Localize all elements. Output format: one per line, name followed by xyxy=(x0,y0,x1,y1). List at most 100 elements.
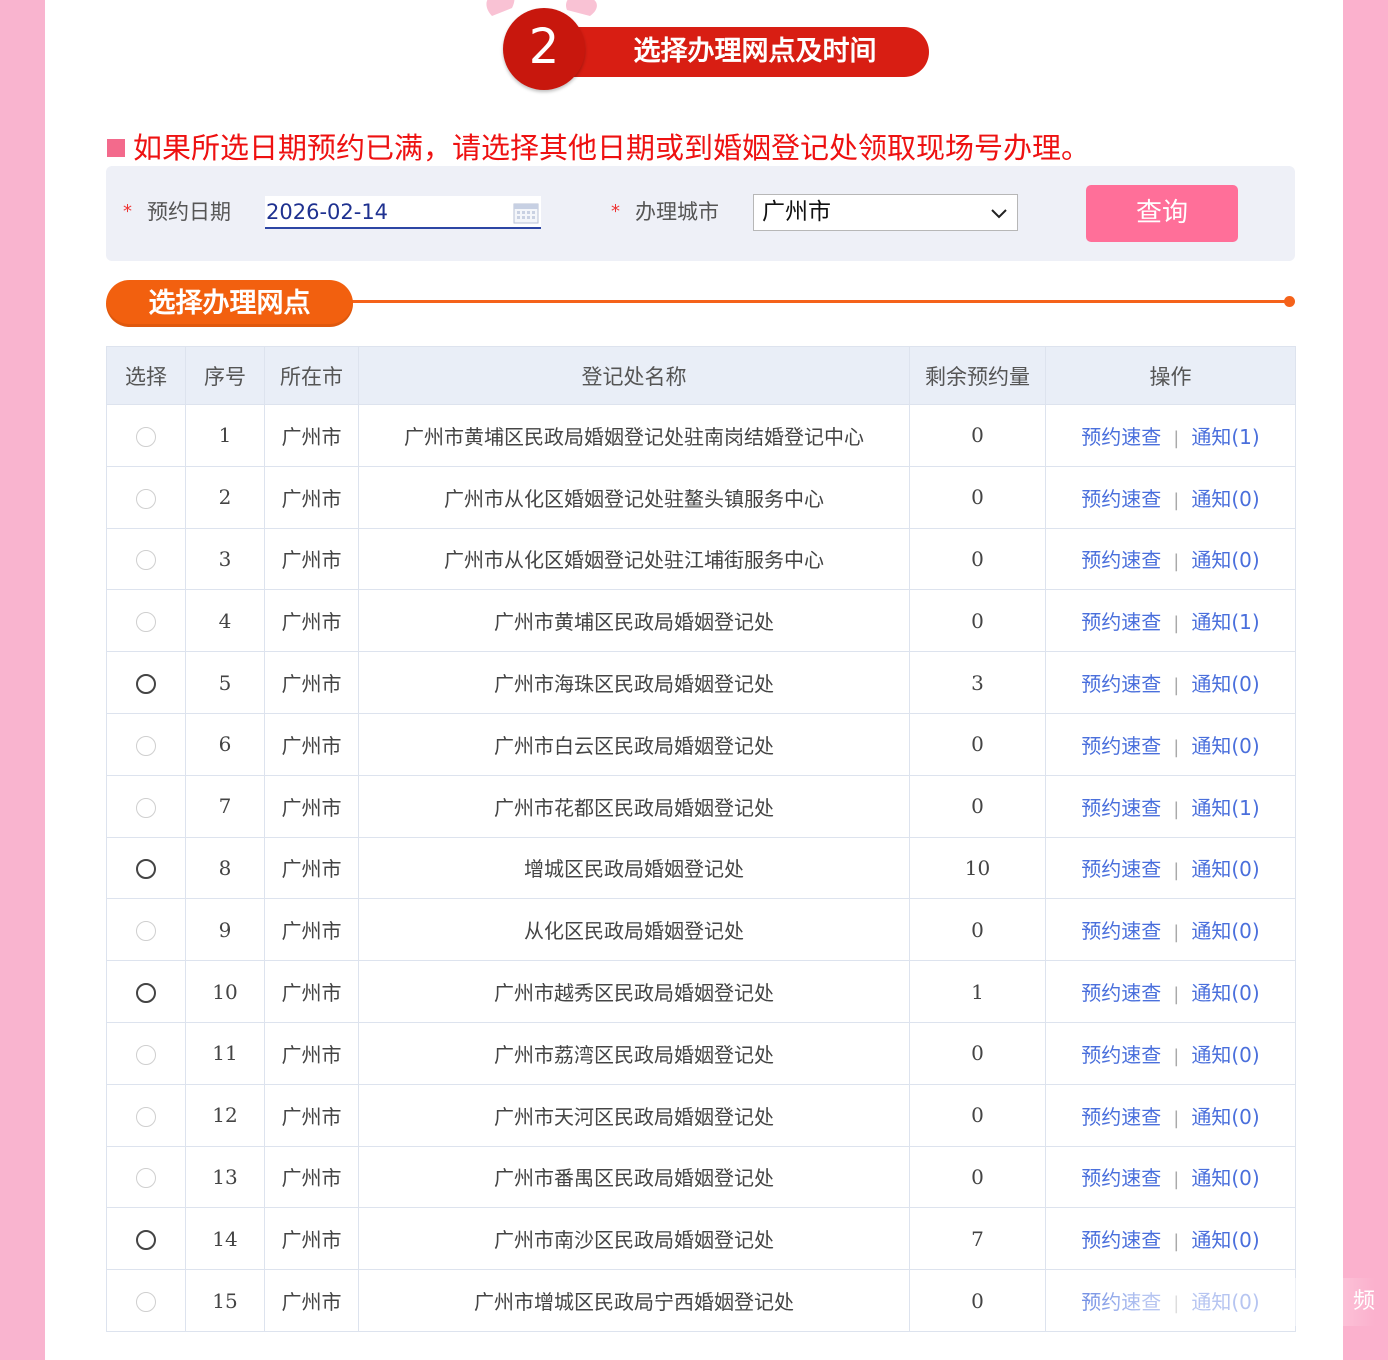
select-radio[interactable] xyxy=(136,550,156,571)
office-name: 广州市从化区婚姻登记处驻鳌头镇服务中心 xyxy=(358,465,910,529)
select-radio[interactable] xyxy=(136,1168,156,1189)
office-name: 广州市从化区婚姻登记处驻江埔街服务中心 xyxy=(358,527,910,591)
remaining-count: 0 xyxy=(909,527,1046,591)
select-radio[interactable] xyxy=(136,1292,156,1313)
table-row: 4 广州市 广州市黄埔区民政局婚姻登记处 0 预约速查 | 通知(1) xyxy=(106,589,1296,653)
notify-link[interactable]: 通知(0) xyxy=(1191,1228,1259,1252)
notify-link[interactable]: 通知(1) xyxy=(1191,425,1259,449)
notify-link[interactable]: 通知(0) xyxy=(1191,1043,1259,1067)
quick-query-link[interactable]: 预约速查 xyxy=(1081,1105,1161,1129)
select-radio[interactable] xyxy=(136,859,156,880)
row-city: 广州市 xyxy=(264,589,359,653)
actions-cell: 预约速查 | 通知(1) xyxy=(1045,404,1296,467)
row-number: 2 xyxy=(185,465,265,529)
actions-cell: 预约速查 | 通知(0) xyxy=(1045,527,1296,591)
select-cell xyxy=(106,960,186,1023)
calendar-icon[interactable] xyxy=(513,201,539,224)
notify-link[interactable]: 通知(0) xyxy=(1191,981,1259,1005)
quick-query-link[interactable]: 预约速查 xyxy=(1081,1166,1161,1190)
select-radio[interactable] xyxy=(136,426,156,447)
notify-link[interactable]: 通知(1) xyxy=(1191,610,1259,634)
remaining-count: 0 xyxy=(909,1021,1046,1085)
quick-query-link[interactable]: 预约速查 xyxy=(1081,919,1161,943)
select-cell xyxy=(106,465,186,529)
select-cell xyxy=(106,712,186,776)
select-radio[interactable] xyxy=(136,797,156,818)
notify-link[interactable]: 通知(0) xyxy=(1191,1166,1259,1190)
action-separator: | xyxy=(1173,1231,1180,1253)
quick-query-link[interactable]: 预约速查 xyxy=(1081,734,1161,758)
select-radio[interactable] xyxy=(136,921,156,942)
select-radio[interactable] xyxy=(136,1106,156,1127)
select-cell xyxy=(106,1207,186,1271)
remaining-count: 0 xyxy=(909,774,1046,838)
quick-query-link[interactable]: 预约速查 xyxy=(1081,981,1161,1005)
office-name: 广州市荔湾区民政局婚姻登记处 xyxy=(358,1021,910,1085)
notice-bullet-icon xyxy=(107,139,125,157)
notify-link[interactable]: 通知(1) xyxy=(1191,796,1259,820)
select-radio[interactable] xyxy=(136,983,156,1004)
actions-cell: 预约速查 | 通知(1) xyxy=(1045,589,1296,653)
select-radio[interactable] xyxy=(136,674,156,695)
row-city: 广州市 xyxy=(264,898,359,962)
row-city: 广州市 xyxy=(264,712,359,776)
select-radio[interactable] xyxy=(136,1044,156,1065)
row-number: 14 xyxy=(185,1207,265,1271)
date-input[interactable] xyxy=(265,196,541,229)
table-row: 8 广州市 增城区民政局婚姻登记处 10 预约速查 | 通知(0) xyxy=(106,836,1296,900)
city-select[interactable]: 广州市 xyxy=(753,194,1018,231)
notify-link[interactable]: 通知(0) xyxy=(1191,919,1259,943)
quick-query-link[interactable]: 预约速查 xyxy=(1081,1228,1161,1252)
table-row: 5 广州市 广州市海珠区民政局婚姻登记处 3 预约速查 | 通知(0) xyxy=(106,651,1296,714)
select-cell xyxy=(106,589,186,653)
remaining-count: 1 xyxy=(909,960,1046,1023)
header-number: 序号 xyxy=(185,346,265,405)
office-name: 广州市黄埔区民政局婚姻登记处 xyxy=(358,589,910,653)
office-name: 广州市天河区民政局婚姻登记处 xyxy=(358,1083,910,1147)
remaining-count: 0 xyxy=(909,1083,1046,1147)
notify-link[interactable]: 通知(0) xyxy=(1191,548,1259,572)
notify-link[interactable]: 通知(0) xyxy=(1191,857,1259,881)
query-button[interactable]: 查询 xyxy=(1086,185,1238,242)
select-radio[interactable] xyxy=(136,612,156,633)
row-number: 13 xyxy=(185,1145,265,1209)
quick-query-link[interactable]: 预约速查 xyxy=(1081,672,1161,696)
quick-query-link[interactable]: 预约速查 xyxy=(1081,425,1161,449)
action-separator: | xyxy=(1173,427,1180,449)
select-cell xyxy=(106,404,186,467)
city-label: 办理城市 xyxy=(635,200,719,224)
actions-cell: 预约速查 | 通知(0) xyxy=(1045,1083,1296,1147)
select-radio[interactable] xyxy=(136,1230,156,1251)
notify-link[interactable]: 通知(0) xyxy=(1191,1105,1259,1129)
table-header-row: 选择 序号 所在市 登记处名称 剩余预约量 操作 xyxy=(106,346,1296,405)
remaining-count: 0 xyxy=(909,465,1046,529)
quick-query-link[interactable]: 预约速查 xyxy=(1081,796,1161,820)
office-table: 选择 序号 所在市 登记处名称 剩余预约量 操作 1 广州市 广州市黄埔区民政局婚姻… xyxy=(106,346,1296,1332)
action-separator: | xyxy=(1173,922,1180,944)
quick-query-link[interactable]: 预约速查 xyxy=(1081,857,1161,881)
row-city: 广州市 xyxy=(264,1207,359,1271)
table-row: 6 广州市 广州市白云区民政局婚姻登记处 0 预约速查 | 通知(0) xyxy=(106,712,1296,776)
office-name: 广州市番禺区民政局婚姻登记处 xyxy=(358,1145,910,1209)
select-radio[interactable] xyxy=(136,488,156,509)
action-separator: | xyxy=(1173,613,1180,635)
table-row: 13 广州市 广州市番禺区民政局婚姻登记处 0 预约速查 | 通知(0) xyxy=(106,1145,1296,1209)
watermark: 频 xyxy=(1045,1278,1375,1326)
select-radio[interactable] xyxy=(136,735,156,756)
remaining-count: 0 xyxy=(909,712,1046,776)
notify-link[interactable]: 通知(0) xyxy=(1191,734,1259,758)
notify-link[interactable]: 通知(0) xyxy=(1191,487,1259,511)
quick-query-link[interactable]: 预约速查 xyxy=(1081,1043,1161,1067)
notify-link[interactable]: 通知(0) xyxy=(1191,672,1259,696)
table-row: 3 广州市 广州市从化区婚姻登记处驻江埔街服务中心 0 预约速查 | 通知(0) xyxy=(106,527,1296,591)
select-cell xyxy=(106,898,186,962)
quick-query-link[interactable]: 预约速查 xyxy=(1081,548,1161,572)
section-divider-dot xyxy=(1284,296,1295,307)
row-city: 广州市 xyxy=(264,1021,359,1085)
quick-query-link[interactable]: 预约速查 xyxy=(1081,487,1161,511)
row-city: 广州市 xyxy=(264,1083,359,1147)
remaining-count: 0 xyxy=(909,404,1046,467)
row-city: 广州市 xyxy=(264,774,359,838)
date-label: 预约日期 xyxy=(147,200,231,224)
quick-query-link[interactable]: 预约速查 xyxy=(1081,610,1161,634)
